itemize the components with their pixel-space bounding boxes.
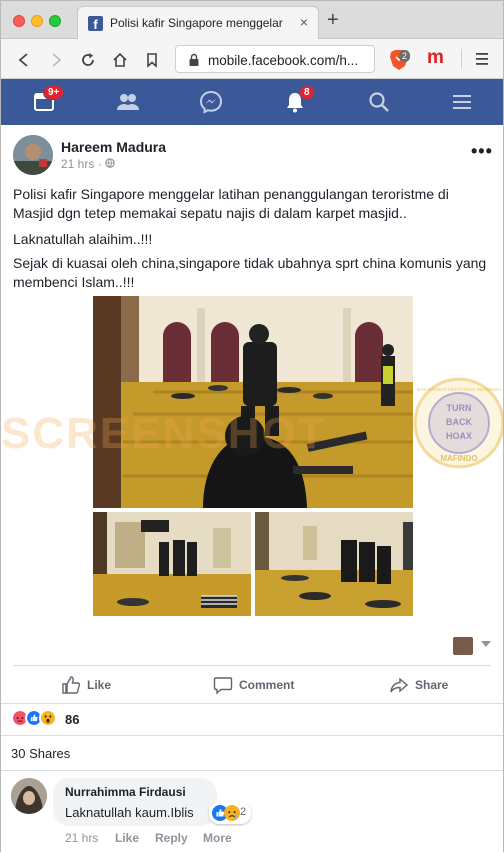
reactions-divider [1,703,503,704]
wow-reaction-icon [39,709,57,727]
tab-strip: f Polisi kafir Singapore menggelar latih… [1,1,503,39]
browser-window: f Polisi kafir Singapore menggelar latih… [0,0,504,853]
tab-title: Polisi kafir Singapore menggelar latihan [110,16,286,30]
seal-word-1: TURN [447,403,472,413]
comment-like-link[interactable]: Like [115,831,139,845]
seal-bottom-text: MAFINDO [440,454,477,463]
close-window-button[interactable] [13,15,25,27]
comment-time[interactable]: 21 hrs [65,831,98,845]
comment-reaction-count: 2 [240,806,247,818]
shares-count[interactable]: 30 Shares [11,746,70,761]
chevron-down-icon[interactable] [481,641,491,647]
post-photo-2[interactable] [93,512,251,616]
public-globe-icon [105,158,115,168]
friends-icon[interactable] [116,90,140,114]
window-controls [13,14,67,27]
brave-blocked-count: 2 [399,50,411,62]
author-avatar[interactable] [13,135,53,175]
comment-button[interactable]: Comment [213,675,313,697]
zoom-window-button[interactable] [49,15,61,27]
active-tab[interactable]: f Polisi kafir Singapore menggelar latih… [77,6,319,39]
more-menu-icon[interactable] [450,90,474,114]
browser-toolbar: mobile.facebook.com/h... 2 m [1,39,503,79]
extension-m-icon[interactable]: m [427,47,444,69]
address-bar[interactable]: mobile.facebook.com/h... [175,45,375,73]
author-name[interactable]: Hareem Madura [61,139,166,155]
reload-icon[interactable] [79,51,97,69]
new-tab-button[interactable]: + [327,10,339,30]
home-icon[interactable] [111,51,129,69]
post-time[interactable]: 21 hrs [61,157,94,171]
browser-menu-icon[interactable] [475,51,489,67]
thumbs-up-icon [62,676,81,694]
comment-bubble-icon [213,677,233,695]
tab-close-button[interactable]: × [300,14,308,30]
post-options-button[interactable]: ••• [471,141,493,162]
post-actions: Like Comment Share [1,671,503,701]
post-photo-main[interactable] [93,296,413,508]
messenger-icon[interactable] [199,90,223,114]
post-photo-3[interactable] [255,512,413,616]
mafindo-seal-watermark: TURN BACK HOAX MASYARAKAT ANTI FITNAH IN… [413,377,504,469]
drill-photo-right [255,512,413,616]
seal-word-2: BACK [446,417,472,427]
post-text-paragraph-1: Polisi kafir Singapore menggelar latihan… [13,186,449,221]
toolbar-divider [461,49,462,69]
facebook-favicon-icon: f [88,16,103,32]
commenter-name[interactable]: Nurrahimma Firdausi [65,785,186,799]
comment-label: Comment [239,678,295,692]
actions-top-divider [13,665,491,666]
share-as-avatar[interactable] [453,637,473,655]
news-feed-badge: 9+ [43,85,65,100]
comments-divider [1,770,503,771]
like-button[interactable]: Like [61,675,131,697]
comment-text: Laknatullah kaum.Iblis [65,805,194,820]
commenter-avatar[interactable] [11,778,47,814]
url-text: mobile.facebook.com/h... [208,53,359,68]
facebook-nav-bar: 9+ 8 [1,79,503,125]
post-card: Hareem Madura 21 hrs · ••• Polisi kafir … [1,125,504,853]
mosque-drill-photo [93,296,413,508]
bookmark-icon[interactable] [143,51,161,69]
notifications-badge: 8 [299,85,315,100]
comment-reply-link[interactable]: Reply [155,831,188,845]
seal-top-text: MASYARAKAT ANTI FITNAH INDONESIA [417,387,502,392]
share-label: Share [415,678,449,692]
seal-word-3: HOAX [446,431,472,441]
share-button[interactable]: Share [389,675,469,697]
share-arrow-icon [390,677,409,693]
back-arrow-icon[interactable] [15,51,33,69]
forward-arrow-icon[interactable] [47,51,65,69]
post-meta: 21 hrs · [61,157,115,171]
post-text-paragraph-3: Sejak di kuasai oleh china,singapore tid… [13,255,487,290]
minimize-window-button[interactable] [31,15,43,27]
author-photo [13,135,53,175]
screenshot-watermark: SCREENSHOT [1,409,327,458]
comment-more-link[interactable]: More [203,831,232,845]
comment-sad-reaction-icon [224,805,240,821]
drill-photo-left [93,512,251,616]
commenter-photo [11,778,47,814]
like-label: Like [87,678,112,692]
post-text-paragraph-2: Laknatullah alaihim..!!! [13,231,153,247]
comment-reactions[interactable]: 2 [209,802,251,824]
lock-icon [189,53,199,66]
reaction-count[interactable]: 86 [65,712,79,727]
comment-bubble: Nurrahimma Firdausi Laknatullah kaum.Ibl… [53,778,217,826]
shares-divider [1,735,503,736]
search-icon[interactable] [367,90,391,114]
meta-separator: · [97,157,102,171]
